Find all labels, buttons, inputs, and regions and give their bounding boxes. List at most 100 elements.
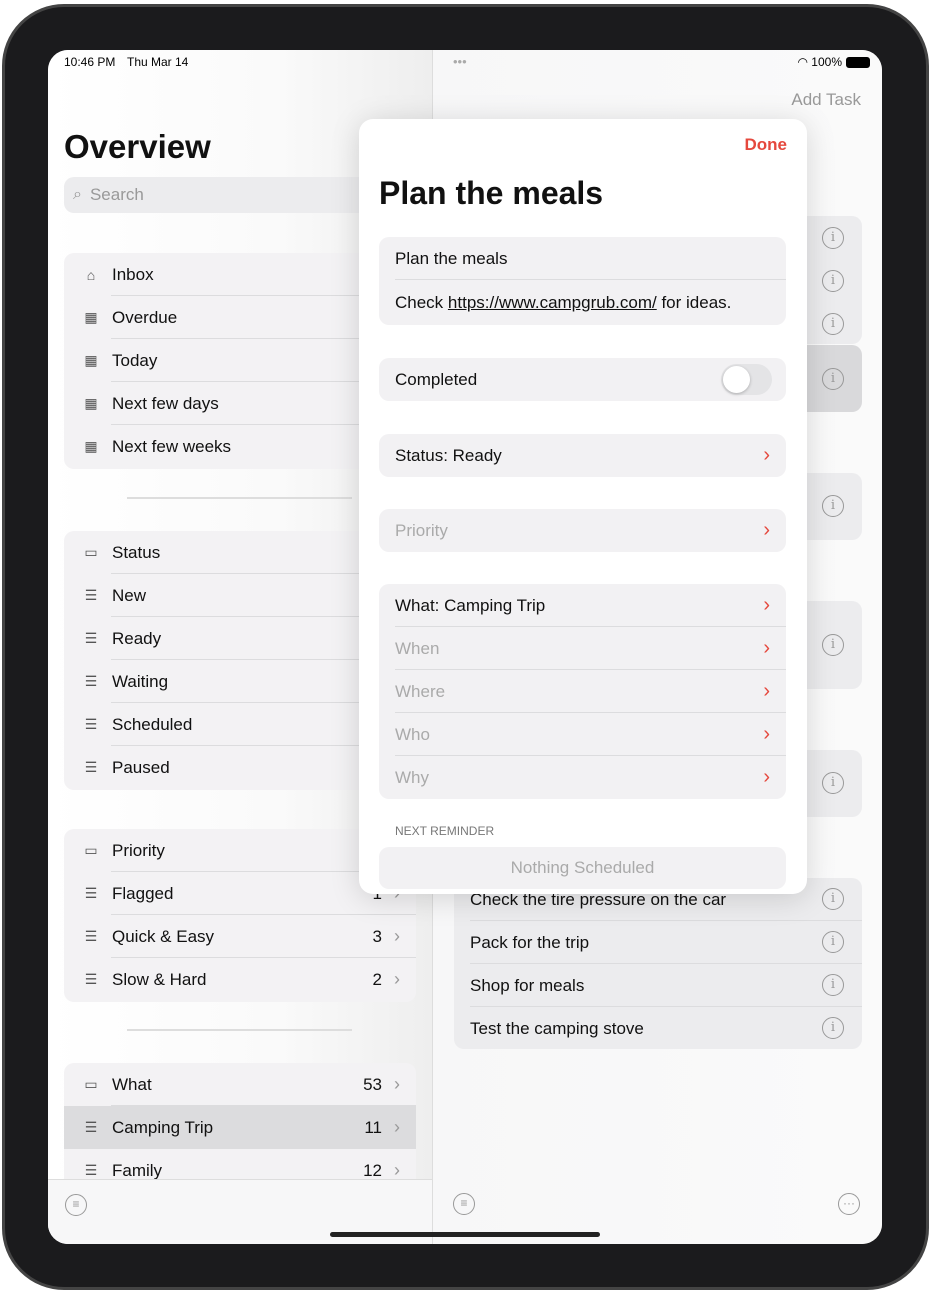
task-row[interactable]: Pack for the trip i [454, 921, 862, 964]
home-indicator [330, 1232, 600, 1237]
what-label: What: Camping Trip [395, 595, 546, 615]
info-icon[interactable]: i [822, 368, 844, 390]
screen: 10:46 PM Thu Mar 14 Overview ⌕ Search ⌂ I… [48, 50, 882, 1244]
notes-text: Check [395, 292, 448, 312]
info-icon[interactable]: i [822, 974, 844, 996]
where-row[interactable]: Where › [379, 670, 786, 713]
sidebar-item-label: Paused [112, 757, 170, 777]
modal-title: Plan the meals [379, 175, 604, 211]
status-time: 10:46 PM [64, 55, 116, 69]
folder-icon: ▭ [84, 1076, 98, 1092]
nothing-scheduled-button[interactable]: Nothing Scheduled [379, 847, 786, 889]
page-title: Overview [64, 128, 211, 165]
why-label: Why [395, 767, 429, 787]
task-name-field[interactable]: Plan the meals [379, 237, 786, 280]
who-row[interactable]: Who › [379, 713, 786, 756]
task-notes-field[interactable]: Check https://www.campgrub.com/ for idea… [379, 281, 786, 324]
name-notes-card: Plan the meals Check https://www.campgru… [379, 237, 786, 325]
item-count: 11 [364, 1117, 382, 1137]
info-icon[interactable]: i [822, 313, 844, 335]
chevron-right-icon: › [394, 1117, 400, 1137]
info-icon[interactable]: i [822, 931, 844, 953]
divider [127, 1029, 352, 1031]
sidebar-item-label: Overdue [112, 307, 178, 327]
list-icon: ☰ [84, 928, 98, 944]
sidebar-item-label: Priority [112, 840, 165, 860]
sidebar-item-slow-hard[interactable]: ☰ Slow & Hard 2 › [64, 958, 416, 1001]
sidebar-item-label: Status [112, 542, 161, 562]
folder-icon: ▭ [84, 544, 98, 560]
more-icon[interactable]: ··· [838, 1193, 860, 1215]
chevron-right-icon: › [763, 723, 770, 745]
sidebar-item-label: Next few weeks [112, 436, 232, 456]
item-count: 53 [363, 1074, 382, 1094]
list-icon: ☰ [84, 630, 98, 646]
item-count: 12 [363, 1160, 382, 1180]
info-icon[interactable]: i [822, 495, 844, 517]
task-title: Shop for meals [470, 975, 585, 995]
status-date: Thu Mar 14 [127, 55, 189, 69]
notes-link[interactable]: https://www.campgrub.com/ [448, 293, 657, 313]
info-icon[interactable]: i [822, 888, 844, 910]
battery-percent: 100% [811, 55, 842, 69]
status-label: Status: Ready [395, 445, 502, 465]
folder-icon: ▭ [84, 842, 98, 858]
calendar-icon: ▦ [84, 395, 98, 411]
sidebar-item-label: What [112, 1074, 152, 1094]
when-row[interactable]: When › [379, 627, 786, 670]
info-icon[interactable]: i [822, 270, 844, 292]
chevron-right-icon: › [394, 1160, 400, 1180]
sidebar-item-label: Next few days [112, 393, 219, 413]
sidebar-item-what[interactable]: ▭ What 53 › [64, 1063, 416, 1106]
list-icon: ☰ [84, 1119, 98, 1135]
calendar-icon: ▦ [84, 309, 98, 325]
sidebar-item-label: Flagged [112, 883, 174, 903]
sidebar-item-label: Quick & Easy [112, 926, 215, 946]
where-label: Where [395, 681, 446, 701]
reminder-header: NEXT REMINDER [395, 824, 495, 838]
what-row[interactable]: What: Camping Trip › [379, 584, 786, 627]
task-row[interactable]: Test the camping stove i [454, 1007, 862, 1049]
sidebar-item-label: Camping Trip [112, 1117, 214, 1137]
info-icon[interactable]: i [822, 1017, 844, 1039]
sidebar-group: ▭ What 53 › ☰ Camping Trip 11 › ☰ Family 12 › [64, 1063, 416, 1193]
calendar-icon: ▦ [84, 352, 98, 368]
search-placeholder: Search [89, 185, 144, 204]
info-icon[interactable]: i [822, 227, 844, 249]
task-title: Pack for the trip [470, 932, 590, 952]
chevron-right-icon: › [394, 926, 400, 946]
completed-toggle[interactable] [721, 364, 772, 395]
multitask-dots[interactable]: ••• [453, 54, 467, 69]
item-count: 3 [372, 926, 382, 946]
chevron-right-icon: › [394, 969, 400, 989]
task-row[interactable]: Shop for meals i [454, 964, 862, 1007]
task-title: Test the camping stove [470, 1018, 644, 1038]
list-icon: ☰ [84, 716, 98, 732]
list-icon: ☰ [84, 673, 98, 689]
info-icon[interactable]: i [822, 634, 844, 656]
status-card[interactable]: Status: Ready › [379, 434, 786, 477]
sidebar-item-label: Scheduled [112, 714, 193, 734]
chevron-right-icon: › [763, 680, 770, 702]
list-icon: ☰ [84, 885, 98, 901]
info-icon[interactable]: i [822, 772, 844, 794]
chevron-right-icon: › [763, 594, 770, 616]
tray-icon: ⌂ [86, 266, 96, 283]
priority-card[interactable]: Priority › [379, 509, 786, 552]
list-icon: ☰ [84, 759, 98, 775]
filter-icon[interactable]: ≡ [65, 1194, 87, 1216]
chevron-right-icon: › [763, 519, 770, 541]
sidebar-item-label: Today [112, 350, 158, 370]
why-row[interactable]: Why › [379, 756, 786, 799]
sidebar-item-label: Family [112, 1160, 163, 1180]
list-icon: ☰ [84, 587, 98, 603]
add-task-button[interactable]: Add Task [791, 90, 861, 110]
task-list: Check the tire pressure on the car i Pack … [454, 878, 862, 1049]
sidebar-item-camping-trip[interactable]: ☰ Camping Trip 11 › [64, 1106, 416, 1149]
item-count: 2 [372, 969, 382, 989]
filter-icon[interactable]: ≡ [453, 1193, 475, 1215]
sidebar-item-label: New [112, 585, 147, 605]
sidebar-item-quick-easy[interactable]: ☰ Quick & Easy 3 › [64, 915, 416, 958]
done-button[interactable]: Done [745, 135, 788, 155]
when-label: When [395, 638, 440, 658]
